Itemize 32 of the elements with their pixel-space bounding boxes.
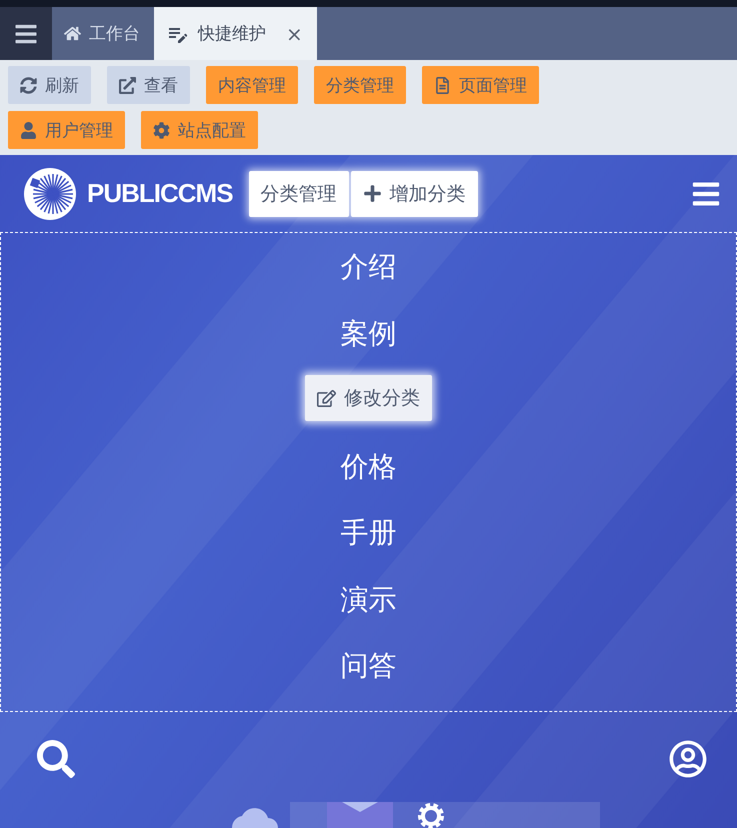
toolbar-button[interactable]: 站点配置 xyxy=(141,111,258,149)
nav-link[interactable]: 介绍 xyxy=(340,245,396,312)
user-icon[interactable] xyxy=(669,740,707,778)
tab[interactable]: 快捷维护 × xyxy=(154,7,317,60)
toolbar-button[interactable]: 刷新 xyxy=(8,66,91,104)
tab-label: 快捷维护 xyxy=(198,23,266,45)
nav-link[interactable]: 问答 xyxy=(340,644,396,712)
toolbar-button[interactable]: 查看 xyxy=(107,66,190,104)
external-link-icon xyxy=(119,76,136,94)
toolbar-button[interactable]: 分类管理 xyxy=(314,66,406,104)
plus-icon xyxy=(362,184,382,203)
user-icon xyxy=(20,122,37,138)
logo-icon xyxy=(23,166,77,220)
nav-link[interactable]: 演示 xyxy=(340,578,396,644)
nav-link[interactable]: 价格 xyxy=(340,444,396,512)
toolbar-button[interactable]: 用户管理 xyxy=(8,111,125,149)
menu-icon[interactable] xyxy=(0,7,52,60)
edit-button[interactable]: 分类管理 xyxy=(248,170,349,216)
toolbar-button[interactable]: 内容管理 xyxy=(206,66,298,104)
toolbar-button[interactable]: 页面管理 xyxy=(422,66,539,104)
close-icon[interactable]: × xyxy=(286,22,303,46)
document-icon xyxy=(434,76,451,94)
home-icon xyxy=(64,25,81,42)
search-icon[interactable] xyxy=(37,740,75,778)
edit-button[interactable]: 增加分类 xyxy=(350,170,478,216)
tab-label: 工作台 xyxy=(89,23,140,45)
edit-icon xyxy=(317,388,336,408)
gear-icon xyxy=(153,122,170,138)
logo-text: PUBLICCMS xyxy=(87,178,233,209)
nav-link[interactable]: 手册 xyxy=(340,511,396,578)
edit-category-button[interactable]: 修改分类 xyxy=(305,375,432,422)
refresh-icon xyxy=(20,76,37,94)
